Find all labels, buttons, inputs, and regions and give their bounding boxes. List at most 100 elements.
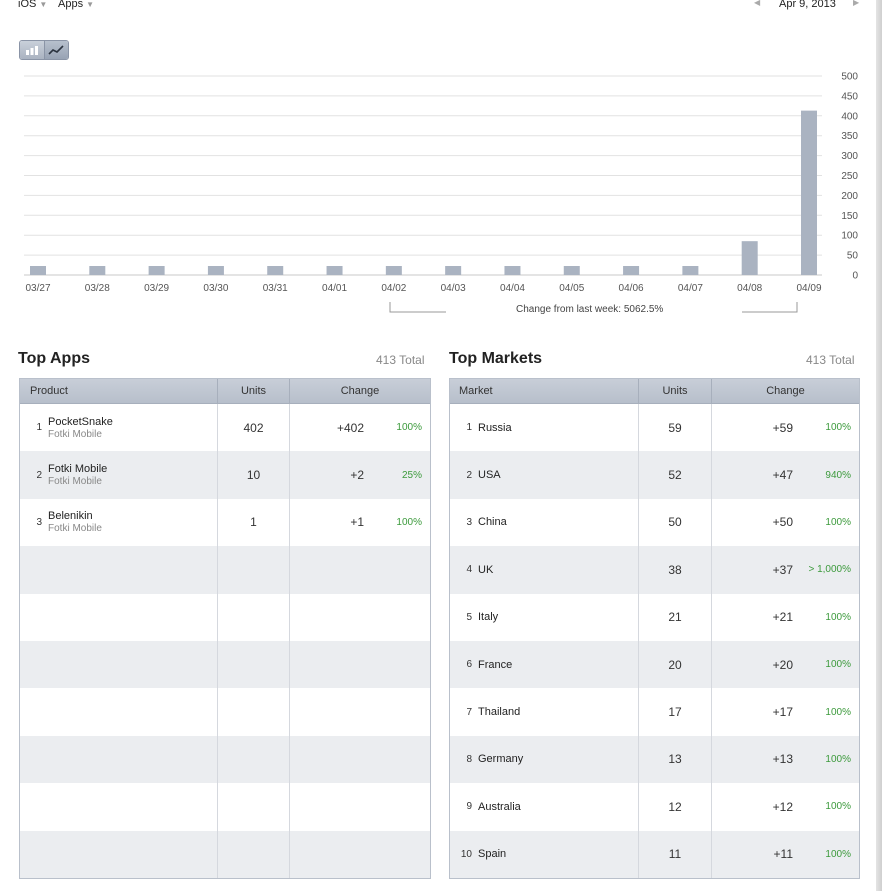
name-block: Australia [478, 801, 521, 813]
y-axis-labels: 0 50 100 150 200 250 300 350 400 450 500 [841, 72, 858, 282]
table-row[interactable]: 3 China 50 +50 100% [450, 498, 859, 547]
units-value: 52 [668, 468, 682, 483]
table-row[interactable]: 1 PocketSnake Fotki Mobile 402 +402 100% [20, 404, 430, 452]
units-cell [218, 783, 290, 831]
bar[interactable] [504, 266, 521, 275]
bar[interactable] [148, 266, 165, 275]
x-tick-label: 04/05 [559, 283, 584, 294]
name-cell: 2 USA [450, 451, 639, 499]
bar[interactable] [267, 266, 284, 275]
x-tick-label: 04/08 [737, 283, 762, 294]
change-cell: +1 100% [290, 499, 430, 546]
x-tick-label: 04/03 [441, 283, 466, 294]
change-percent: 100% [396, 516, 422, 528]
name-block: Italy [478, 611, 498, 623]
change-cell: +50 100% [712, 499, 859, 546]
x-tick-label: 03/28 [85, 283, 110, 294]
row-name: Belenikin [48, 510, 93, 523]
units-cell: 12 [639, 783, 712, 831]
y-tick-label: 350 [841, 131, 858, 142]
bar[interactable] [563, 266, 580, 275]
column-header-product[interactable]: Product [20, 379, 218, 403]
table-row[interactable]: 7 Thailand 17 +17 100% [450, 688, 859, 736]
units-cell: 38 [639, 546, 712, 594]
bar[interactable] [89, 266, 106, 275]
change-cell: +11 100% [712, 831, 859, 878]
name-block: USA [478, 469, 501, 481]
name-cell: 3 China [450, 498, 639, 547]
column-header-units[interactable]: Units [218, 379, 290, 403]
x-axis-labels: 03/27 03/28 03/29 03/30 03/31 04/01 04/02 04/03… [25, 283, 821, 294]
units-cell [218, 830, 290, 878]
row-name: Italy [478, 611, 499, 624]
change-value: +37 [772, 562, 793, 577]
column-header-units[interactable]: Units [639, 379, 712, 403]
y-tick-label: 450 [841, 91, 858, 102]
column-header-change[interactable]: Change [712, 379, 859, 403]
units-value: 12 [668, 799, 682, 814]
x-tick-label: 03/27 [25, 283, 50, 294]
units-value: 20 [668, 657, 682, 672]
bar[interactable] [207, 266, 224, 275]
bar[interactable] [741, 241, 758, 275]
x-tick-label: 04/04 [500, 283, 525, 294]
table-row[interactable]: 2 Fotki Mobile Fotki Mobile 10 +2 25% [20, 451, 430, 499]
row-name: China [478, 516, 507, 529]
name-cell [20, 546, 218, 594]
bar[interactable] [30, 266, 46, 275]
top-markets-title: Top Markets [449, 350, 543, 367]
table-row[interactable]: 10 Spain 11 +11 100% [450, 830, 859, 878]
table-row[interactable]: 4 UK 38 +37 > 1,000% [450, 546, 859, 594]
x-tick-label: 03/29 [144, 283, 169, 294]
y-tick-label: 100 [841, 231, 858, 242]
table-row[interactable]: 8 Germany 13 +13 100% [450, 735, 859, 784]
column-header-market[interactable]: Market [450, 379, 639, 403]
change-percent: 100% [825, 753, 851, 765]
name-block: Fotki Mobile Fotki Mobile [48, 463, 107, 487]
top-apps-title: Top Apps [18, 350, 90, 367]
table-row[interactable]: 5 Italy 21 +21 100% [450, 593, 859, 641]
rank: 1 [36, 422, 42, 434]
rank: 6 [466, 659, 472, 671]
table-row [20, 783, 430, 831]
change-percent: 100% [825, 848, 851, 860]
change-cell: +21 100% [712, 594, 859, 641]
table-row[interactable]: 2 USA 52 +47 940% [450, 451, 859, 499]
units-cell: 402 [218, 404, 290, 452]
bar[interactable] [801, 110, 817, 275]
row-developer: Fotki Mobile [48, 523, 102, 535]
units-value: 21 [668, 610, 682, 625]
name-block: Russia [478, 422, 512, 434]
bar[interactable] [623, 266, 640, 275]
units-cell [218, 546, 290, 594]
units-cell: 50 [639, 498, 712, 547]
x-tick-label: 04/06 [619, 283, 644, 294]
name-block: PocketSnake Fotki Mobile [48, 416, 113, 440]
week-bracket-right [742, 302, 798, 313]
y-tick-label: 500 [841, 72, 858, 83]
change-cell [290, 546, 430, 593]
table-body: 1 Russia 59 +59 100% 2 USA 52 +47 940% 3 China 50 +50… [450, 404, 859, 878]
change-percent: 100% [396, 422, 422, 434]
change-percent: 100% [825, 801, 851, 813]
change-value: +50 [772, 515, 793, 530]
column-header-change[interactable]: Change [290, 379, 430, 403]
units-cell: 11 [639, 830, 712, 878]
table-row[interactable]: 6 France 20 +20 100% [450, 640, 859, 689]
table-row[interactable]: 9 Australia 12 +12 100% [450, 783, 859, 831]
bar[interactable] [682, 266, 699, 275]
change-cell [290, 783, 430, 830]
table-row [20, 640, 430, 689]
bar[interactable] [445, 266, 462, 275]
table-header: Product Units Change [20, 379, 430, 404]
units-cell: 52 [639, 451, 712, 499]
table-row[interactable]: 1 Russia 59 +59 100% [450, 404, 859, 452]
table-row[interactable]: 3 Belenikin Fotki Mobile 1 +1 100% [20, 498, 430, 547]
rank: 9 [466, 801, 472, 813]
change-percent: 940% [825, 469, 851, 481]
table-header: Market Units Change [450, 379, 859, 404]
bar[interactable] [326, 266, 343, 275]
top-markets-table: Market Units Change 1 Russia 59 +59 100% 2 USA… [449, 378, 860, 879]
name-cell: 2 Fotki Mobile Fotki Mobile [20, 451, 218, 499]
bar[interactable] [385, 266, 402, 275]
